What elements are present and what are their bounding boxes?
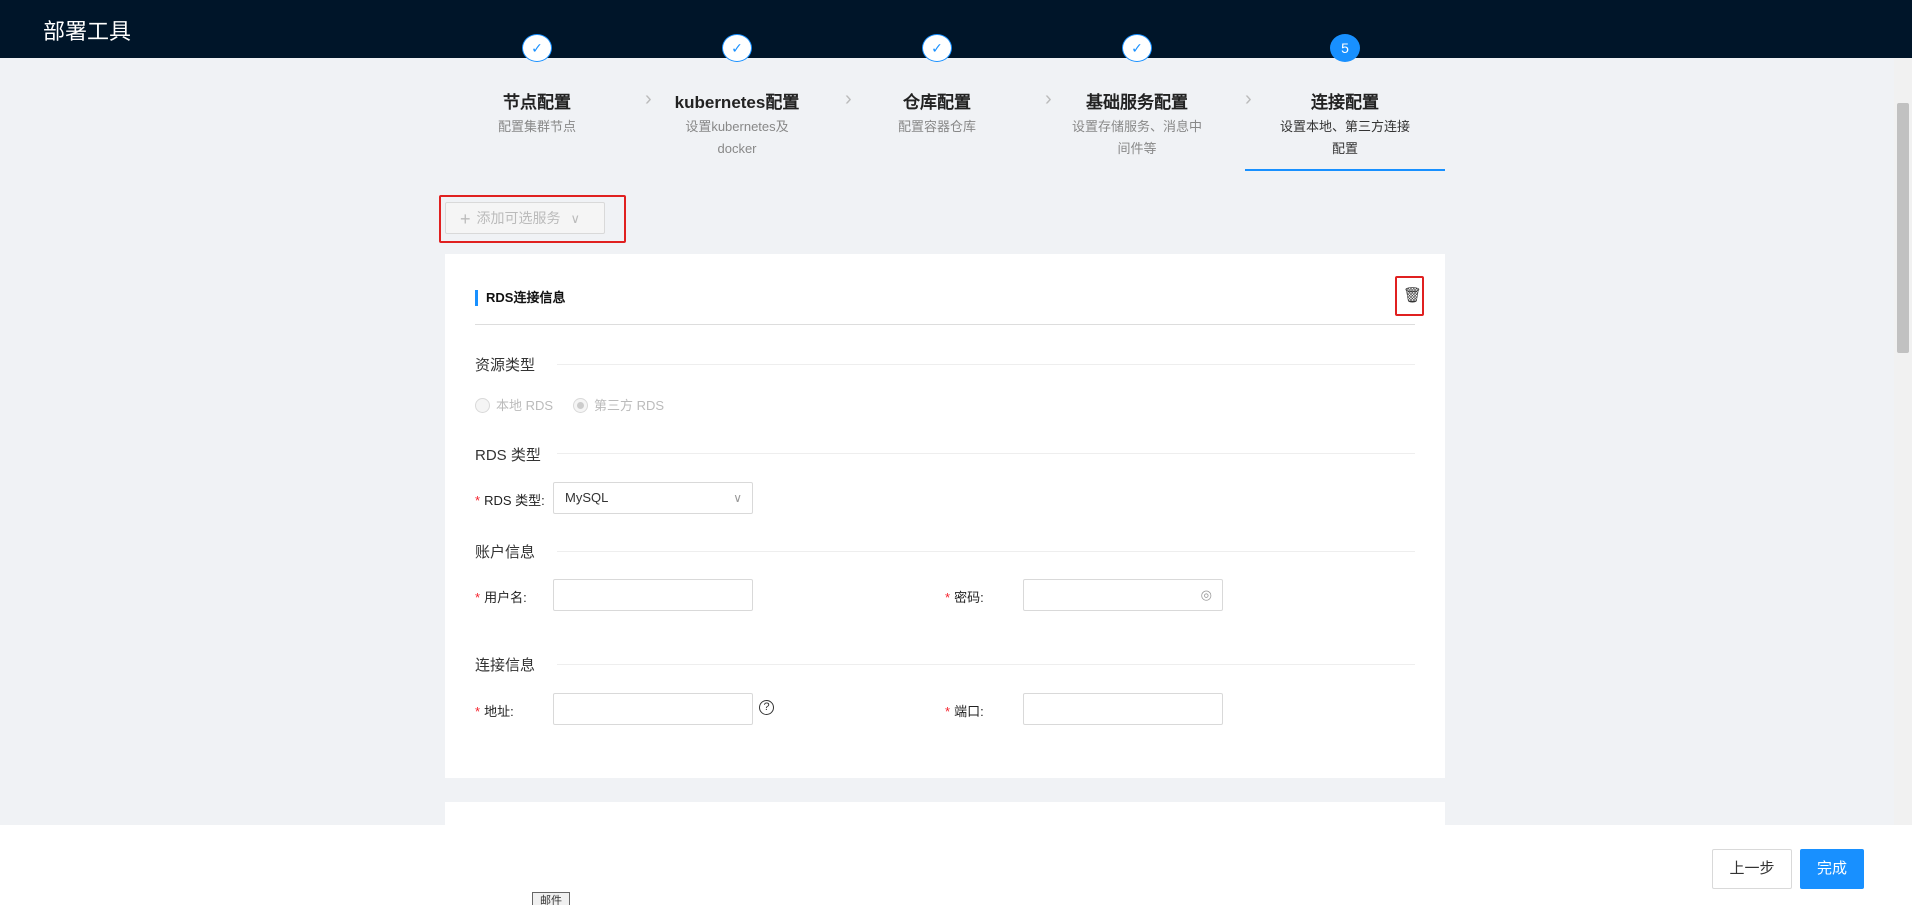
step-desc: 设置本地、第三方连接配置 [1279,119,1410,156]
check-icon: ✓ [722,34,752,62]
section-account: 账户信息 [475,544,536,561]
step-desc: 设置kubernetes及docker [685,119,789,156]
username-label: * 用户名: [475,587,527,606]
radio-circle [475,398,490,413]
required-mark: * [945,590,951,605]
mail-tag[interactable]: 邮件 [532,892,570,905]
eye-invisible-icon[interactable]: ◎ [1201,580,1212,610]
rds-type-select[interactable]: MySQL ∨ [553,482,753,514]
finish-button[interactable]: 完成 [1800,849,1864,889]
chevron-down-icon: ∨ [570,211,581,226]
footer-bar [0,825,1912,905]
add-optional-service-dropdown[interactable]: + 添加可选服务 ∨ [445,202,605,234]
field-label: 用户名: [484,590,527,605]
scrollbar-thumb[interactable] [1897,103,1909,353]
required-mark: * [475,493,481,508]
app-title: 部署工具 [43,19,132,44]
rds-connection-card: RDS连接信息 🗑 资源类型 本地 RDS 第三方 RDS RDS 类型 * RD… [445,254,1445,778]
step-title: 仓库配置 [903,93,971,112]
port-label: * 端口: [945,701,984,720]
username-input[interactable] [553,579,753,611]
check-icon: ✓ [1122,34,1152,62]
field-label: 地址: [484,704,514,719]
password-input[interactable]: ◎ [1023,579,1223,611]
section-resource-type: 资源类型 [475,357,536,374]
field-label: 密码: [954,590,984,605]
prev-step-button[interactable]: 上一步 [1712,849,1792,889]
radio-local-rds[interactable]: 本地 RDS [475,395,553,414]
trash-icon[interactable]: 🗑 [1403,286,1422,304]
step-desc: 配置容器仓库 [897,119,976,134]
field-label: RDS 类型: [484,493,545,508]
rds-type-value: MySQL [565,490,609,505]
question-circle-icon[interactable]: ? [759,700,774,715]
plus-icon: + [460,209,471,229]
required-mark: * [475,590,481,605]
port-input[interactable] [1023,693,1223,725]
divider [557,551,1415,552]
step-title: 基础服务配置 [1086,93,1188,112]
radio-label: 第三方 RDS [594,398,665,413]
check-icon: ✓ [522,34,552,62]
add-service-label: 添加可选服务 [476,210,561,226]
divider [557,364,1415,365]
step-desc: 设置存储服务、消息中间件等 [1071,119,1202,156]
rds-type-label: * RDS 类型: [475,490,545,509]
address-label: * 地址: [475,701,514,720]
radio-label: 本地 RDS [496,398,554,413]
field-label: 端口: [954,704,984,719]
steps-bar: ✓ 节点配置 配置集群节点 › ✓ kubernetes配置 设置kuberne… [437,34,1445,172]
check-icon: ✓ [922,34,952,62]
password-label: * 密码: [945,587,984,606]
section-connection: 连接信息 [475,657,536,674]
address-input[interactable] [553,693,753,725]
divider [557,664,1415,665]
scrollbar[interactable] [1894,58,1912,825]
step-title: kubernetes配置 [674,93,800,112]
step-title: 连接配置 [1311,93,1379,112]
card-title: RDS连接信息 [475,290,565,306]
section-rds-type: RDS 类型 [475,447,541,464]
step-desc: 配置集群节点 [497,119,576,134]
step-title: 节点配置 [503,93,571,112]
radio-third-party-rds[interactable]: 第三方 RDS [573,395,664,414]
required-mark: * [945,704,951,719]
chevron-down-icon: ∨ [733,491,742,505]
step-number-badge: 5 [1330,34,1360,62]
divider [557,453,1415,454]
radio-circle [573,398,588,413]
divider [475,324,1415,325]
active-step-underline [1245,169,1445,171]
required-mark: * [475,704,481,719]
